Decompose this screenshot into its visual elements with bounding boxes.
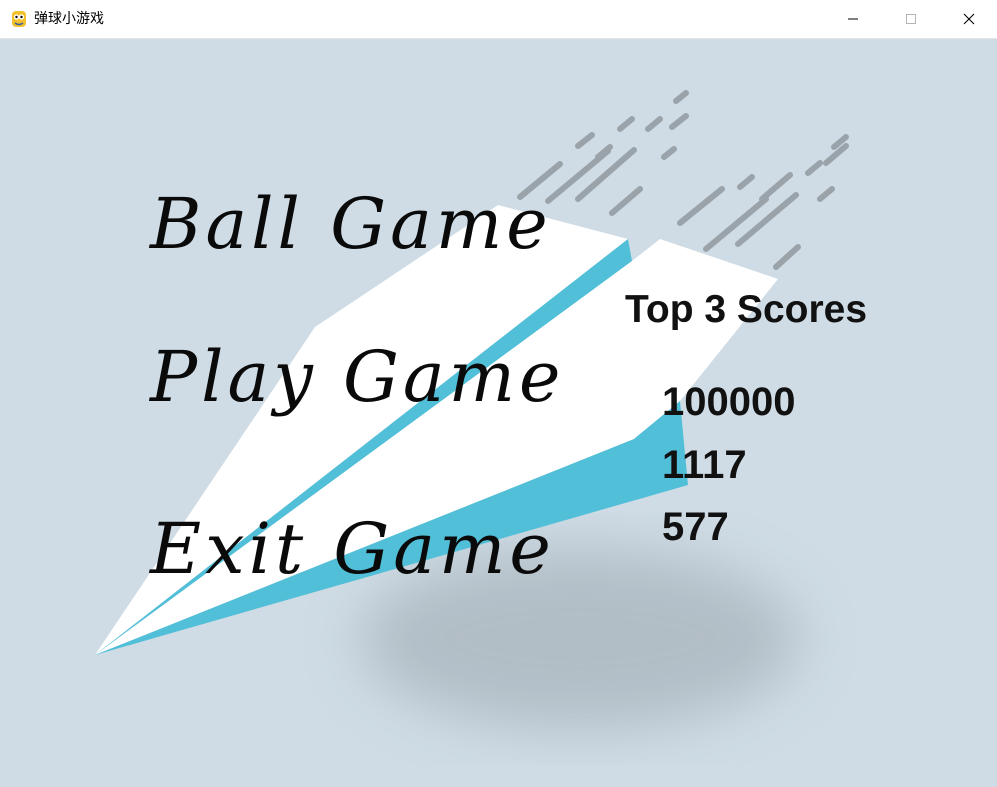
- game-window: 弹球小游戏 Ball Game Play Game Exit Game Top …: [0, 0, 997, 787]
- title-bar[interactable]: 弹球小游戏: [0, 0, 997, 39]
- game-title: Ball Game: [150, 183, 552, 265]
- minimize-button[interactable]: [824, 0, 882, 38]
- score-third: 577: [662, 505, 729, 549]
- exit-game-button[interactable]: Exit Game: [150, 509, 555, 589]
- maximize-button[interactable]: [882, 0, 940, 38]
- python-snake-icon: [12, 11, 26, 27]
- score-first: 100000: [662, 380, 796, 424]
- maximize-icon: [906, 14, 916, 24]
- minimize-icon: [848, 18, 858, 20]
- play-game-button[interactable]: Play Game: [150, 337, 564, 417]
- close-button[interactable]: [940, 0, 997, 38]
- close-icon: [963, 13, 975, 25]
- window-title: 弹球小游戏: [34, 11, 104, 27]
- score-second: 1117: [662, 443, 747, 487]
- game-canvas[interactable]: Ball Game Play Game Exit Game Top 3 Scor…: [0, 39, 997, 787]
- top-scores-heading: Top 3 Scores: [625, 288, 868, 331]
